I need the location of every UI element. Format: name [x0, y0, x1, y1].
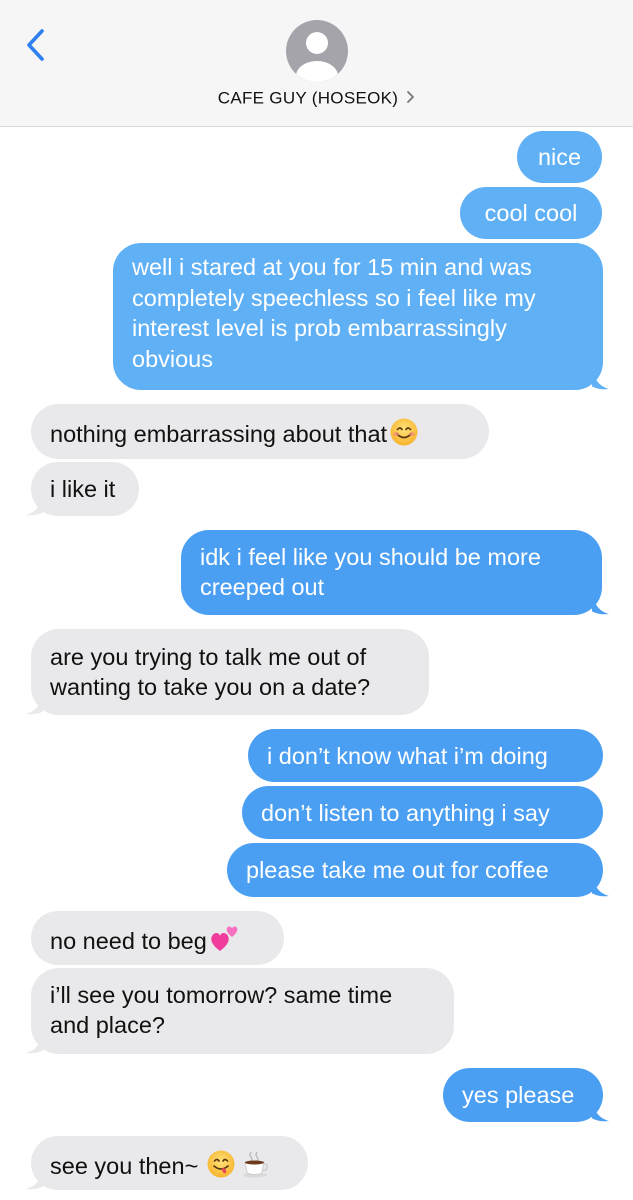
outgoing-message[interactable]: idk i feel like you should be more creep…	[181, 530, 602, 615]
person-silhouette-icon	[296, 32, 338, 82]
two-hearts-emoji	[209, 924, 241, 962]
bubble-tail	[26, 1168, 43, 1190]
smiling-face-emoji	[389, 417, 419, 455]
bubble-tail	[26, 1032, 43, 1054]
back-button[interactable]	[22, 27, 52, 63]
chevron-left-icon	[27, 29, 44, 61]
bubble-tail	[592, 875, 609, 897]
incoming-message[interactable]: are you trying to talk me out of wanting…	[31, 629, 429, 715]
outgoing-message[interactable]: yes please	[443, 1068, 603, 1122]
yum-face-emoji	[206, 1149, 236, 1187]
incoming-message[interactable]: no need to beg	[31, 911, 284, 965]
contact-avatar[interactable]	[286, 20, 348, 82]
conversation-header: CAFE GUY (HOSEOK)	[0, 0, 633, 127]
incoming-message[interactable]: i’ll see you tomorrow? same time and pla…	[31, 968, 454, 1054]
coffee-emoji	[240, 1149, 270, 1187]
bubble-tail	[592, 368, 609, 390]
contact-name-button[interactable]: CAFE GUY (HOSEOK)	[0, 88, 633, 109]
incoming-message[interactable]: nothing embarrassing about that	[31, 404, 489, 459]
outgoing-message[interactable]: well i stared at you for 15 min and was …	[113, 243, 603, 390]
bubble-tail	[26, 494, 43, 516]
incoming-message[interactable]: i like it	[31, 462, 139, 516]
outgoing-message[interactable]: i don’t know what i’m doing	[248, 729, 603, 782]
bubble-tail	[592, 1100, 609, 1122]
outgoing-message[interactable]: cool cool	[460, 187, 602, 239]
outgoing-message[interactable]: don’t listen to anything i say	[242, 786, 603, 839]
incoming-message[interactable]: see you then~	[31, 1136, 308, 1190]
chevron-right-icon	[406, 89, 415, 109]
bubble-tail	[592, 593, 609, 615]
bubble-tail	[26, 693, 43, 715]
outgoing-message[interactable]: please take me out for coffee	[227, 843, 603, 897]
contact-name: CAFE GUY (HOSEOK)	[217, 88, 399, 108]
outgoing-message[interactable]: nice	[517, 131, 602, 183]
